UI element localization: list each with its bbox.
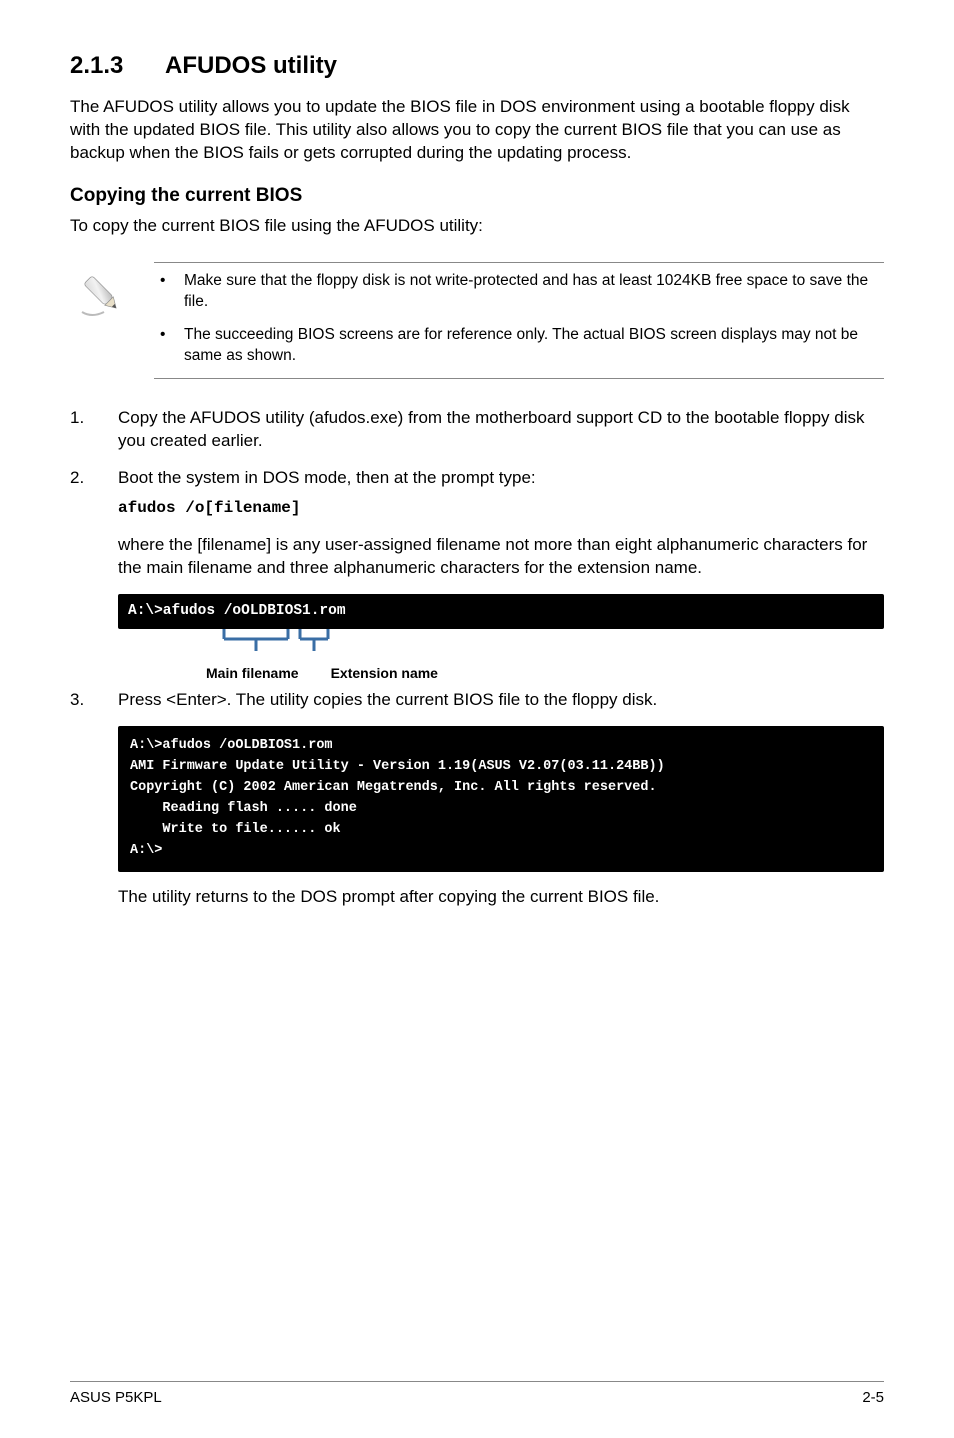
subsection-heading: Copying the current BIOS xyxy=(70,183,884,209)
note-item: Make sure that the floppy disk is not wr… xyxy=(154,271,884,313)
terminal-line: Copyright (C) 2002 American Megatrends, … xyxy=(130,780,657,795)
step-text: Press <Enter>. The utility copies the cu… xyxy=(118,689,884,712)
section-number: 2.1.3 xyxy=(70,50,165,82)
terminal-line: Write to file...... ok xyxy=(130,822,341,837)
terminal-block: A:\>afudos /oOLDBIOS1.rom xyxy=(118,594,884,630)
terminal-line: AMI Firmware Update Utility - Version 1.… xyxy=(130,759,665,774)
terminal-line: A:\>afudos /oOLDBIOS1.rom xyxy=(128,603,346,619)
note-content: Make sure that the floppy disk is not wr… xyxy=(154,262,884,380)
note-item: The succeeding BIOS screens are for refe… xyxy=(154,325,884,367)
pencil-note-icon xyxy=(78,270,126,325)
step-text: Copy the AFUDOS utility (afudos.exe) fro… xyxy=(118,407,884,453)
label-extension-name: Extension name xyxy=(331,664,438,683)
step-code: afudos /o[filename] xyxy=(118,498,884,520)
note-divider-top xyxy=(154,262,884,263)
footer-page-number: 2-5 xyxy=(862,1388,884,1408)
label-main-filename: Main filename xyxy=(206,664,299,683)
note-list: Make sure that the floppy disk is not wr… xyxy=(154,271,884,367)
steps-list-continued: Press <Enter>. The utility copies the cu… xyxy=(70,689,884,712)
step-item: Boot the system in DOS mode, then at the… xyxy=(70,467,884,579)
step-item: Press <Enter>. The utility copies the cu… xyxy=(70,689,884,712)
steps-list: Copy the AFUDOS utility (afudos.exe) fro… xyxy=(70,407,884,579)
step-item: Copy the AFUDOS utility (afudos.exe) fro… xyxy=(70,407,884,453)
section-intro: The AFUDOS utility allows you to update … xyxy=(70,96,884,165)
section-heading: 2.1.3AFUDOS utility xyxy=(70,50,884,82)
section-title-text: AFUDOS utility xyxy=(165,52,337,79)
step-text: Boot the system in DOS mode, then at the… xyxy=(118,467,884,490)
filename-diagram: A:\>afudos /oOLDBIOS1.rom Main filename … xyxy=(118,594,884,683)
subsection-intro: To copy the current BIOS file using the … xyxy=(70,215,884,238)
bracket-diagram-icon xyxy=(118,629,418,663)
note-divider-bottom xyxy=(154,378,884,379)
diagram-labels: Main filename Extension name xyxy=(118,664,884,683)
note-box: Make sure that the floppy disk is not wr… xyxy=(70,262,884,380)
terminal-line: A:\> xyxy=(130,843,162,858)
footer-left: ASUS P5KPL xyxy=(70,1388,162,1408)
step-subtext: where the [filename] is any user-assigne… xyxy=(118,534,884,580)
closing-text: The utility returns to the DOS prompt af… xyxy=(118,886,884,909)
terminal-line: Reading flash ..... done xyxy=(130,801,357,816)
page-footer: ASUS P5KPL 2-5 xyxy=(70,1381,884,1408)
terminal-block: A:\>afudos /oOLDBIOS1.rom AMI Firmware U… xyxy=(118,726,884,872)
terminal-line: A:\>afudos /oOLDBIOS1.rom xyxy=(130,738,333,753)
